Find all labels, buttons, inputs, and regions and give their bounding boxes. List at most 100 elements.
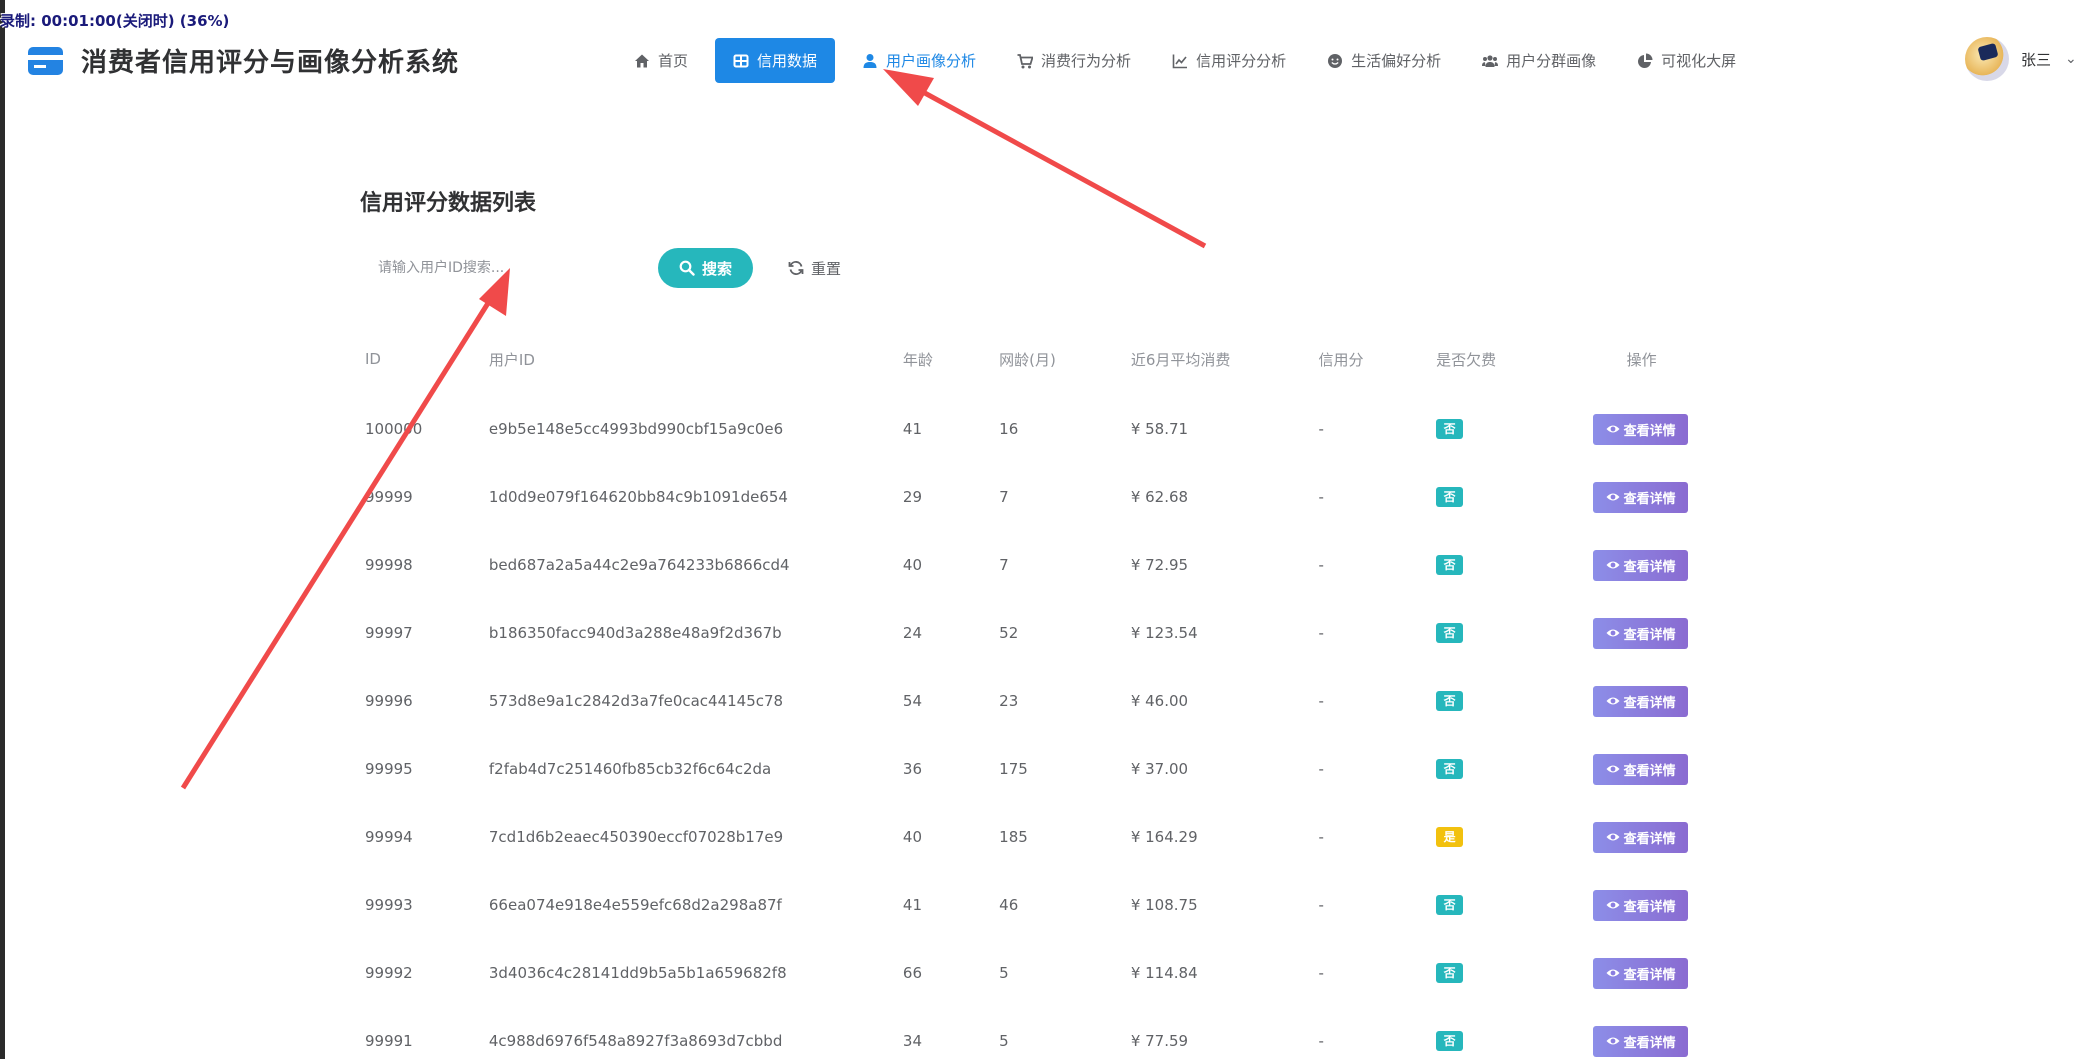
- cell-network-age: 23: [999, 692, 1019, 710]
- column-header-actions: 操作: [1626, 350, 1657, 369]
- user-menu[interactable]: 张三 ⌄: [1965, 37, 2077, 81]
- cell-user-id: 4c988d6976f548a8927f3a8693d7cbbd: [488, 1032, 783, 1050]
- nav-item-consumption[interactable]: 消费行为分析: [1003, 38, 1145, 83]
- view-detail-label: 查看详情: [1623, 558, 1676, 574]
- eye-icon: [1606, 1034, 1620, 1048]
- view-detail-button[interactable]: 查看详情: [1593, 617, 1689, 649]
- cell-network-age: 7: [999, 488, 1009, 506]
- arrears-badge: 否: [1436, 1031, 1464, 1051]
- table-row: 99999 1d0d9e079f164620bb84c9b1091de654 29 7…: [360, 463, 1740, 531]
- nav-label: 信用数据: [757, 52, 818, 70]
- cell-arrears: 否: [1436, 871, 1593, 939]
- view-detail-button[interactable]: 查看详情: [1593, 821, 1689, 853]
- cell-id: 99995: [365, 760, 413, 778]
- arrears-badge: 否: [1436, 487, 1464, 507]
- cell-user-id: 66ea074e918e4e559efc68d2a298a87f: [488, 896, 782, 914]
- brand[interactable]: 消费者信用评分与画像分析系统: [28, 42, 459, 79]
- cell-network-age: 52: [999, 624, 1019, 642]
- cell-avg-spend: ¥ 46.00: [1130, 692, 1189, 710]
- nav-item-user-profile[interactable]: 用户画像分析: [848, 38, 990, 83]
- cell-age: 41: [902, 896, 922, 914]
- cell-arrears: 否: [1436, 735, 1593, 803]
- page-title: 信用评分数据列表: [360, 191, 537, 216]
- view-detail-button[interactable]: 查看详情: [1593, 685, 1689, 717]
- cell-age: 41: [902, 420, 922, 438]
- chevron-down-icon[interactable]: ⌄: [2065, 51, 2077, 67]
- main-content: 信用评分数据列表 搜索 重置 ID 用户ID 年龄: [360, 185, 1740, 1057]
- cell-age: 24: [902, 624, 922, 642]
- cell-credit-score: -: [1318, 896, 1324, 914]
- search-bar: 搜索 重置: [360, 247, 1260, 289]
- table-row: 99992 3d4036c4c28141dd9b5a5b1a659682f8 66 5…: [360, 939, 1740, 1007]
- cell-id: 99994: [365, 828, 413, 846]
- cell-user-id: 3d4036c4c28141dd9b5a5b1a659682f8: [488, 964, 787, 982]
- cell-actions: 查看详情: [1593, 599, 1740, 667]
- nav-item-credit-data[interactable]: 信用数据: [715, 38, 836, 83]
- cell-credit-score: -: [1318, 692, 1324, 710]
- cell-id: 99997: [365, 624, 413, 642]
- search-input[interactable]: [360, 247, 650, 289]
- view-detail-label: 查看详情: [1623, 422, 1676, 438]
- eye-icon: [1606, 830, 1620, 844]
- view-detail-label: 查看详情: [1623, 1034, 1676, 1050]
- nav-item-lifestyle[interactable]: 生活偏好分析: [1313, 38, 1455, 83]
- cell-actions: 查看详情: [1593, 463, 1740, 531]
- cell-arrears: 否: [1436, 939, 1593, 1007]
- cell-actions: 查看详情: [1593, 531, 1740, 599]
- nav-item-segments[interactable]: 用户分群画像: [1468, 38, 1610, 83]
- view-detail-button[interactable]: 查看详情: [1593, 549, 1689, 581]
- cell-avg-spend: ¥ 164.29: [1130, 828, 1198, 846]
- view-detail-button[interactable]: 查看详情: [1593, 481, 1689, 513]
- table-row: 100000 e9b5e148e5cc4993bd990cbf15a9c0e6 41…: [360, 395, 1740, 463]
- column-header-id: ID: [365, 350, 381, 368]
- eye-icon: [1606, 762, 1620, 776]
- cell-avg-spend: ¥ 114.84: [1130, 964, 1198, 982]
- reset-button[interactable]: 重置: [788, 248, 841, 288]
- view-detail-button[interactable]: 查看详情: [1593, 1025, 1689, 1057]
- view-detail-button[interactable]: 查看详情: [1593, 957, 1689, 989]
- column-header-credit-score: 信用分: [1318, 350, 1364, 369]
- cell-id: 100000: [365, 420, 423, 438]
- cell-age: 29: [902, 488, 922, 506]
- cell-arrears: 是: [1436, 803, 1593, 871]
- eye-icon: [1606, 898, 1620, 912]
- cell-credit-score: -: [1318, 556, 1324, 574]
- nav-item-dashboard[interactable]: 可视化大屏: [1623, 38, 1750, 83]
- app-title: 消费者信用评分与画像分析系统: [81, 48, 460, 78]
- view-detail-label: 查看详情: [1623, 898, 1676, 914]
- cell-credit-score: -: [1318, 420, 1324, 438]
- cell-avg-spend: ¥ 123.54: [1130, 624, 1198, 642]
- column-header-user-id: 用户ID: [488, 350, 535, 369]
- cell-avg-spend: ¥ 58.71: [1130, 420, 1189, 438]
- screen: 录制: 00:01:00(关闭时) (36%) 消费者信用评分与画像分析系统 首…: [0, 0, 2087, 1059]
- cell-id: 99993: [365, 896, 413, 914]
- cell-age: 36: [902, 760, 922, 778]
- cell-actions: 查看详情: [1593, 939, 1740, 1007]
- avatar[interactable]: [1965, 37, 2009, 81]
- column-header-network-age: 网龄(月): [999, 350, 1056, 369]
- nav-item-home[interactable]: 首页: [620, 38, 702, 83]
- cell-avg-spend: ¥ 72.95: [1130, 556, 1189, 574]
- cell-user-id: bed687a2a5a44c2e9a764233b6866cd4: [488, 556, 790, 574]
- view-detail-button[interactable]: 查看详情: [1593, 889, 1689, 921]
- view-detail-label: 查看详情: [1623, 830, 1676, 846]
- cell-age: 54: [902, 692, 922, 710]
- cell-actions: 查看详情: [1593, 667, 1740, 735]
- eye-icon: [1606, 490, 1620, 504]
- cell-network-age: 16: [999, 420, 1019, 438]
- arrears-badge: 否: [1436, 691, 1464, 711]
- view-detail-button[interactable]: 查看详情: [1593, 413, 1689, 445]
- cell-user-id: f2fab4d7c251460fb85cb32f6c64c2da: [488, 760, 772, 778]
- cell-id: 99999: [365, 488, 413, 506]
- cell-avg-spend: ¥ 77.59: [1130, 1032, 1189, 1050]
- view-detail-button[interactable]: 查看详情: [1593, 753, 1689, 785]
- arrears-badge: 否: [1436, 555, 1464, 575]
- arrears-badge: 否: [1436, 963, 1464, 983]
- nav-label: 用户画像分析: [886, 52, 977, 70]
- search-button[interactable]: 搜索: [658, 248, 753, 288]
- cell-actions: 查看详情: [1593, 395, 1740, 463]
- nav-item-credit-analysis[interactable]: 信用评分分析: [1158, 38, 1300, 83]
- cell-user-id: e9b5e148e5cc4993bd990cbf15a9c0e6: [488, 420, 784, 438]
- cell-network-age: 5: [999, 1032, 1009, 1050]
- arrears-badge: 否: [1436, 623, 1464, 643]
